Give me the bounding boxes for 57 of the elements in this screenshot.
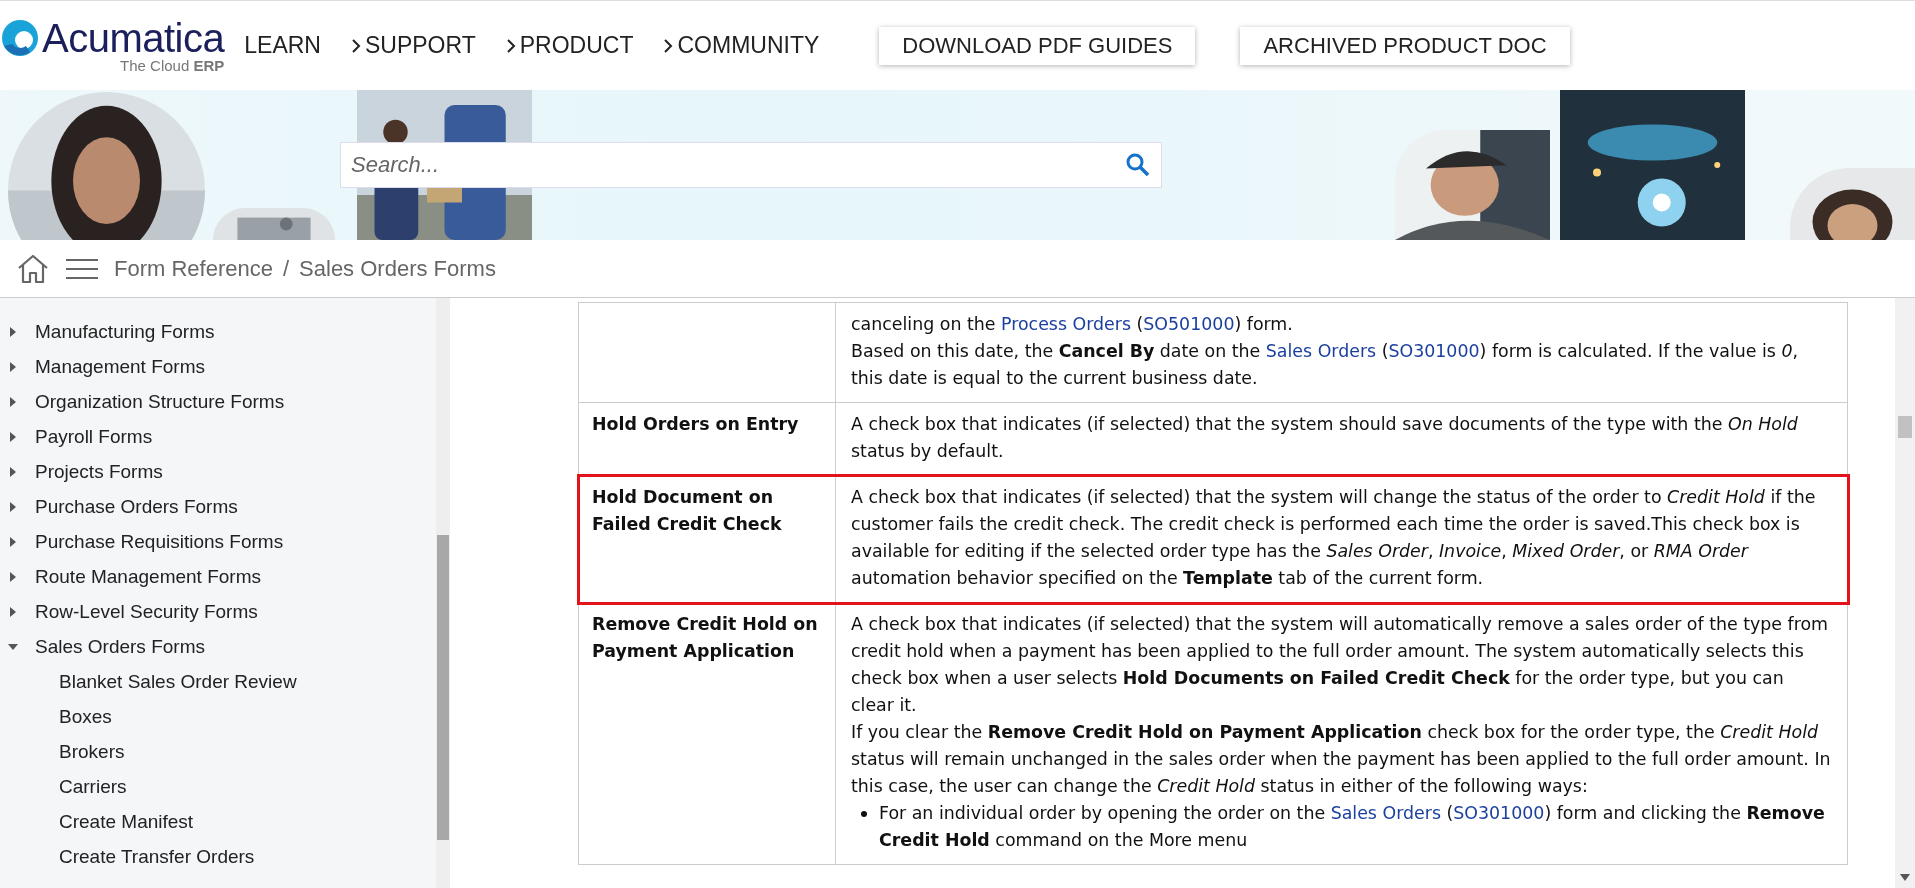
- nav-button[interactable]: ARCHIVED PRODUCT DOC: [1240, 26, 1570, 65]
- sidebar-item[interactable]: Purchase Requisitions Forms: [35, 530, 284, 553]
- description-text: canceling on the Process Orders (SO501000) form.: [851, 313, 1294, 336]
- nav-link[interactable]: PRODUCT: [505, 32, 634, 59]
- breadcrumb-link[interactable]: Sales Orders Forms: [299, 255, 496, 282]
- description-text: For an individual order by opening the order on the Sales Orders (SO301000) form and clicking the Remove Credit Hold command on the More menu: [879, 802, 1826, 852]
- nav-button[interactable]: DOWNLOAD PDF GUIDES: [879, 26, 1196, 65]
- sidebar-item[interactable]: Route Management Forms: [35, 565, 261, 588]
- sidebar-item[interactable]: Organization Structure Forms: [35, 390, 285, 413]
- sidebar-item[interactable]: Blanket Sales Order Review: [59, 670, 297, 693]
- link[interactable]: Process Orders: [1001, 314, 1131, 334]
- chevron-icon: [350, 37, 361, 54]
- chevron-icon: [505, 37, 516, 54]
- description-text: If you clear the Remove Credit Hold on Payment Application check box for the order type, the Credit Hold status will remain unchanged in the sales order when the payment has been applied to the full order amount. In this case, the user can change the Credit Hold status in either of the following ways:: [851, 721, 1832, 798]
- scrollbar-thumb[interactable]: [1898, 416, 1912, 438]
- logo-tagline: The Cloud ERP: [120, 57, 225, 74]
- scrollbar[interactable]: [1895, 298, 1915, 888]
- home-icon[interactable]: [16, 252, 50, 285]
- bullet-icon: [861, 811, 867, 817]
- sidebar-item[interactable]: Sales Orders Forms: [35, 635, 205, 658]
- description-text: A check box that indicates (if selected) that the system will automatically remove a sales order of the type from credit hold when a payment has been applied to the full order amount. The system automatically selects this check box when a user selects Hold Documents on Failed Credit Check for the order type, but you can clear it.: [851, 613, 1830, 717]
- nav-link[interactable]: LEARN: [244, 32, 321, 59]
- sidebar-item[interactable]: Boxes: [59, 705, 112, 728]
- field-name: Hold Document on Failed Credit Check: [592, 487, 782, 534]
- menu-icon[interactable]: [66, 257, 98, 280]
- link[interactable]: Sales Orders: [1330, 803, 1441, 823]
- scrollbar-thumb[interactable]: [437, 535, 449, 840]
- sidebar-item[interactable]: Manufacturing Forms: [35, 320, 215, 343]
- sidebar-item[interactable]: Brokers: [59, 740, 125, 763]
- breadcrumb-separator: /: [282, 255, 290, 282]
- link[interactable]: Sales Orders: [1265, 341, 1377, 361]
- scrollbar[interactable]: [436, 298, 450, 888]
- logo-icon: [0, 18, 40, 58]
- sidebar-item[interactable]: Purchase Orders Forms: [35, 495, 238, 518]
- description-text: A check box that indicates (if selected) that the system will change the status of the order to Credit Hold if the customer fails the credit check. The credit check is performed each time the order is saved.This check box is available for editing if the selected order type has the Sales Order, Invoice, Mixed Order, or RMA Order automation behavior specified on the Template tab of the current form.: [851, 486, 1817, 590]
- sidebar-item[interactable]: Row-Level Security Forms: [35, 600, 258, 623]
- sidebar-item[interactable]: Management Forms: [35, 355, 205, 378]
- link[interactable]: SO301000: [1453, 803, 1545, 823]
- search-icon[interactable]: [1126, 153, 1150, 177]
- field-name: Hold Orders on Entry: [592, 414, 799, 434]
- description-text: A check box that indicates (if selected) that the system should save documents of the type with the On Hold status by default.: [851, 413, 1799, 463]
- nav-link[interactable]: COMMUNITY: [663, 32, 820, 59]
- sidebar-item[interactable]: Carriers: [59, 775, 127, 798]
- link[interactable]: SO301000: [1388, 341, 1480, 361]
- link[interactable]: SO501000: [1143, 314, 1235, 334]
- sidebar-item[interactable]: Create Manifest: [59, 810, 194, 833]
- nav-link[interactable]: SUPPORT: [350, 32, 476, 59]
- breadcrumb-link[interactable]: Form Reference: [114, 255, 273, 282]
- sidebar-item[interactable]: Create Transfer Orders: [59, 845, 255, 868]
- description-text: Based on this date, the Cancel By date on the Sales Orders (SO301000) form is calculated. If the value is 0, this date is equal to the current business date.: [851, 340, 1800, 390]
- sidebar-item[interactable]: Payroll Forms: [35, 425, 153, 448]
- chevron-icon: [663, 37, 674, 54]
- field-name: Remove Credit Hold on Payment Application: [592, 614, 818, 661]
- search-field[interactable]: Search...: [340, 142, 1162, 188]
- sidebar-item[interactable]: Projects Forms: [35, 460, 163, 483]
- scroll-down-arrow-icon[interactable]: [1900, 874, 1910, 882]
- logo-text: Acumatica: [42, 17, 225, 59]
